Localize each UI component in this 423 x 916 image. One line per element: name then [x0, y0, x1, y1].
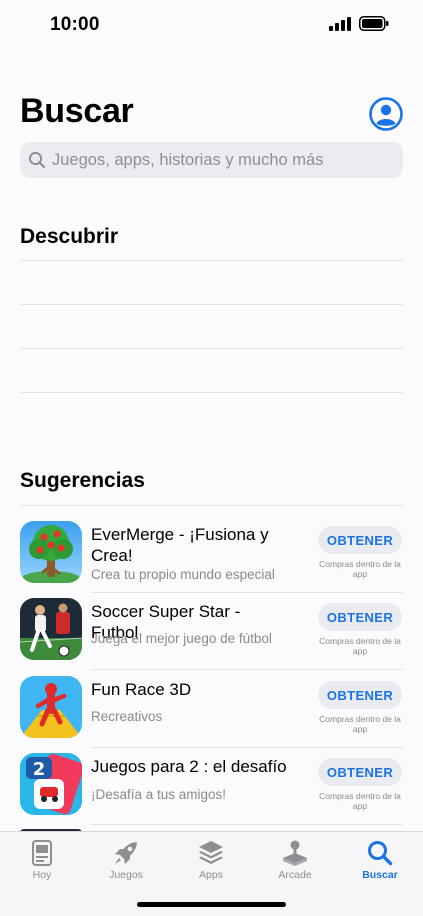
in-app-purchases-note: Compras dentro de la app — [319, 791, 401, 811]
battery-icon — [359, 16, 389, 31]
joystick-icon — [283, 840, 307, 866]
app-row-fun-race-3d[interactable]: Fun Race 3D Recreativos OBTENER Compras … — [20, 676, 403, 753]
suggestions-divider — [20, 505, 403, 506]
today-icon — [32, 840, 52, 866]
tab-label: Juegos — [109, 869, 143, 881]
row-divider — [91, 747, 403, 748]
get-button[interactable]: OBTENER — [318, 758, 402, 786]
in-app-purchases-note: Compras dentro de la app — [319, 636, 401, 656]
discover-divider — [20, 260, 403, 261]
discover-divider — [20, 304, 403, 305]
app-name: Juegos para 2 : el desafío — [91, 757, 287, 776]
status-icons — [329, 16, 389, 31]
row-divider — [91, 824, 403, 825]
get-button[interactable]: OBTENER — [318, 603, 402, 631]
discover-divider — [20, 392, 403, 393]
status-bar: 10:00 — [0, 0, 423, 50]
account-icon — [369, 97, 403, 131]
app-row-evermerge[interactable]: EverMerge - ¡Fusiona y Crea! Crea tu pro… — [20, 521, 403, 598]
rocket-icon — [115, 842, 137, 864]
juegos-para-2-app-icon: 2 — [20, 753, 82, 815]
get-button[interactable]: OBTENER — [318, 681, 402, 709]
tab-label: Apps — [199, 869, 223, 881]
tab-label: Buscar — [362, 869, 398, 881]
section-title-discover: Descubrir — [20, 225, 119, 248]
status-time: 10:00 — [50, 14, 100, 35]
soccer-super-star-app-icon — [20, 598, 82, 660]
get-button[interactable]: OBTENER — [318, 526, 402, 554]
app-row-juegos-para-2[interactable]: 2 Juegos para 2 : el desafío ¡Desafía a … — [20, 753, 403, 830]
apps-stack-icon — [199, 841, 223, 864]
tab-buscar[interactable]: Buscar — [338, 832, 422, 892]
row-divider — [91, 669, 403, 670]
evermerge-app-icon — [20, 521, 82, 583]
in-app-purchases-note: Compras dentro de la app — [319, 714, 401, 734]
tab-label: Arcade — [278, 869, 312, 881]
tab-apps[interactable]: Apps — [169, 832, 253, 892]
in-app-purchases-note: Compras dentro de la app — [319, 559, 401, 579]
cellular-signal-icon — [329, 16, 351, 31]
number-two-glyph: 2 — [33, 759, 46, 780]
search-input[interactable] — [52, 150, 403, 170]
tab-juegos[interactable]: Juegos — [84, 832, 168, 892]
page-title: Buscar — [20, 92, 134, 130]
section-title-suggestions: Sugerencias — [20, 469, 145, 492]
tab-arcade[interactable]: Arcade — [253, 832, 337, 892]
search-icon — [28, 151, 46, 169]
search-field[interactable] — [20, 142, 403, 178]
app-name: EverMerge - ¡Fusiona y Crea! — [91, 525, 269, 565]
tab-label: Hoy — [32, 869, 52, 881]
row-divider — [91, 592, 403, 593]
app-name: Fun Race 3D — [91, 680, 192, 699]
app-subtitle: ¡Desafía a tus amigos! — [91, 787, 227, 802]
app-subtitle: Juega el mejor juego de fútbol — [91, 631, 272, 646]
app-row-soccer-super-star[interactable]: Soccer Super Star - Futbol Juega el mejo… — [20, 598, 403, 675]
account-button[interactable] — [368, 96, 404, 132]
app-subtitle: Crea tu propio mundo especial — [91, 567, 275, 582]
app-subtitle: Recreativos — [91, 709, 163, 724]
search-icon — [368, 841, 393, 866]
home-indicator[interactable] — [137, 902, 286, 907]
discover-divider — [20, 348, 403, 349]
tab-hoy[interactable]: Hoy — [0, 832, 84, 892]
fun-race-3d-app-icon — [20, 676, 82, 738]
